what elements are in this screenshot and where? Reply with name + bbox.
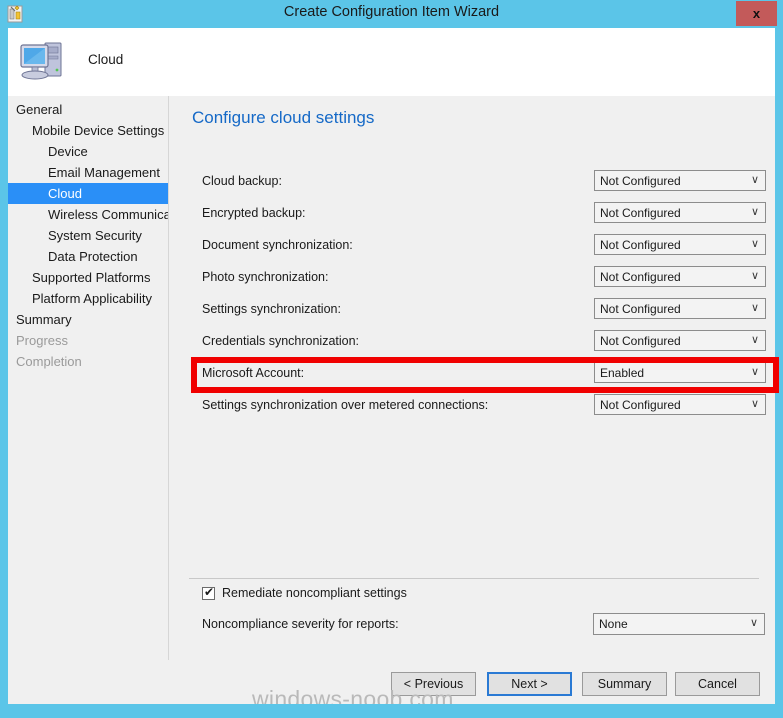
window-bottom-edge <box>0 704 783 718</box>
chevron-down-icon: ∨ <box>750 206 759 218</box>
chevron-down-icon: ∨ <box>750 398 759 410</box>
sidebar-item-platform-applicability[interactable]: Platform Applicability <box>8 288 168 309</box>
computer-icon <box>16 34 70 88</box>
setting-row: Cloud backup: Not Configured ∨ <box>169 168 775 200</box>
close-button[interactable]: x <box>736 1 777 26</box>
title-bar: Create Configuration Item Wizard x <box>0 0 783 28</box>
window-title: Create Configuration Item Wizard <box>283 4 500 20</box>
setting-value: Not Configured <box>600 302 681 316</box>
setting-value: Not Configured <box>600 398 681 412</box>
wizard-footer: < Previous Next > Summary Cancel <box>8 660 775 704</box>
header-label: Cloud <box>88 52 124 67</box>
setting-row: Photo synchronization: Not Configured ∨ <box>169 264 775 296</box>
setting-dropdown[interactable]: Not Configured ∨ <box>594 394 766 415</box>
setting-value: Enabled <box>600 366 645 380</box>
setting-dropdown[interactable]: Not Configured ∨ <box>594 234 766 255</box>
sidebar-item-mobile-device-settings[interactable]: Mobile Device Settings <box>8 120 168 141</box>
setting-label: Photo synchronization: <box>202 270 329 284</box>
wizard-header: Cloud <box>8 28 775 96</box>
wizard-body: General Mobile Device Settings Device Email… <box>8 96 779 704</box>
setting-label: Document synchronization: <box>202 238 353 252</box>
remediate-checkbox[interactable]: ✔ <box>202 585 215 600</box>
setting-dropdown[interactable]: Not Configured ∨ <box>594 266 766 287</box>
sidebar-item-wireless-communicat[interactable]: Wireless Communicat <box>8 204 168 225</box>
chevron-down-icon: ∨ <box>750 334 759 346</box>
setting-label: Microsoft Account: <box>202 366 305 380</box>
wizard-navigation: General Mobile Device Settings Device Email… <box>8 96 168 680</box>
sidebar-item-email-management[interactable]: Email Management <box>8 162 168 183</box>
setting-dropdown[interactable]: Not Configured ∨ <box>594 298 766 319</box>
setting-dropdown[interactable]: Not Configured ∨ <box>594 170 766 191</box>
setting-row: Microsoft Account: Enabled ∨ <box>169 360 775 392</box>
setting-row: Encrypted backup: Not Configured ∨ <box>169 200 775 232</box>
severity-label: Noncompliance severity for reports: <box>202 617 399 631</box>
cloud-settings-form: Cloud backup: Not Configured ∨ Encrypted ba… <box>169 168 779 424</box>
section-divider <box>189 578 759 579</box>
chevron-down-icon: ∨ <box>749 617 758 629</box>
chevron-down-icon: ∨ <box>750 238 759 250</box>
sidebar-item-system-security[interactable]: System Security <box>8 225 168 246</box>
summary-button[interactable]: Summary <box>582 672 667 696</box>
setting-row: Document synchronization: Not Configured ∨ <box>169 232 775 264</box>
setting-dropdown[interactable]: Enabled ∨ <box>594 362 766 383</box>
setting-value: Not Configured <box>600 206 681 220</box>
setting-value: Not Configured <box>600 270 681 284</box>
page-title: Configure cloud settings <box>192 108 375 127</box>
sidebar-item-data-protection[interactable]: Data Protection <box>8 246 168 267</box>
sidebar-item-completion: Completion <box>16 354 82 369</box>
remediate-label: Remediate noncompliant settings <box>222 586 407 600</box>
setting-row: Settings synchronization: Not Configured ∨ <box>169 296 775 328</box>
cancel-button[interactable]: Cancel <box>675 672 760 696</box>
chevron-down-icon: ∨ <box>750 270 759 282</box>
chevron-down-icon: ∨ <box>750 174 759 186</box>
sidebar-item-device[interactable]: Device <box>8 141 168 162</box>
chevron-down-icon: ∨ <box>750 366 759 378</box>
sidebar-item-cloud[interactable]: Cloud <box>8 183 168 204</box>
severity-dropdown[interactable]: None ∨ <box>593 613 765 635</box>
setting-value: Not Configured <box>600 334 681 348</box>
next-button[interactable]: Next > <box>487 672 572 696</box>
setting-label: Encrypted backup: <box>202 206 306 220</box>
check-icon: ✔ <box>204 585 215 599</box>
setting-label: Credentials synchronization: <box>202 334 360 348</box>
content-panel: Configure cloud settings Cloud backup: No… <box>169 96 779 704</box>
sidebar-item-general[interactable]: General <box>8 99 168 120</box>
sidebar-item-supported-platforms[interactable]: Supported Platforms <box>8 267 168 288</box>
setting-value: Not Configured <box>600 238 681 252</box>
setting-value: Not Configured <box>600 174 681 188</box>
setting-dropdown[interactable]: Not Configured ∨ <box>594 330 766 351</box>
sidebar-item-summary[interactable]: Summary <box>8 309 168 330</box>
setting-row: Credentials synchronization: Not Configur… <box>169 328 775 360</box>
setting-label: Settings synchronization over metered co… <box>202 398 489 412</box>
setting-dropdown[interactable]: Not Configured ∨ <box>594 202 766 223</box>
severity-value: None <box>599 617 628 631</box>
sidebar-item-progress: Progress <box>16 333 69 348</box>
setting-row: Settings synchronization over metered co… <box>169 392 775 424</box>
chevron-down-icon: ∨ <box>750 302 759 314</box>
previous-button[interactable]: < Previous <box>391 672 476 696</box>
wizard-window: Create Configuration Item Wizard x Cloud <box>0 0 783 718</box>
setting-label: Settings synchronization: <box>202 302 341 316</box>
setting-label: Cloud backup: <box>202 174 282 188</box>
